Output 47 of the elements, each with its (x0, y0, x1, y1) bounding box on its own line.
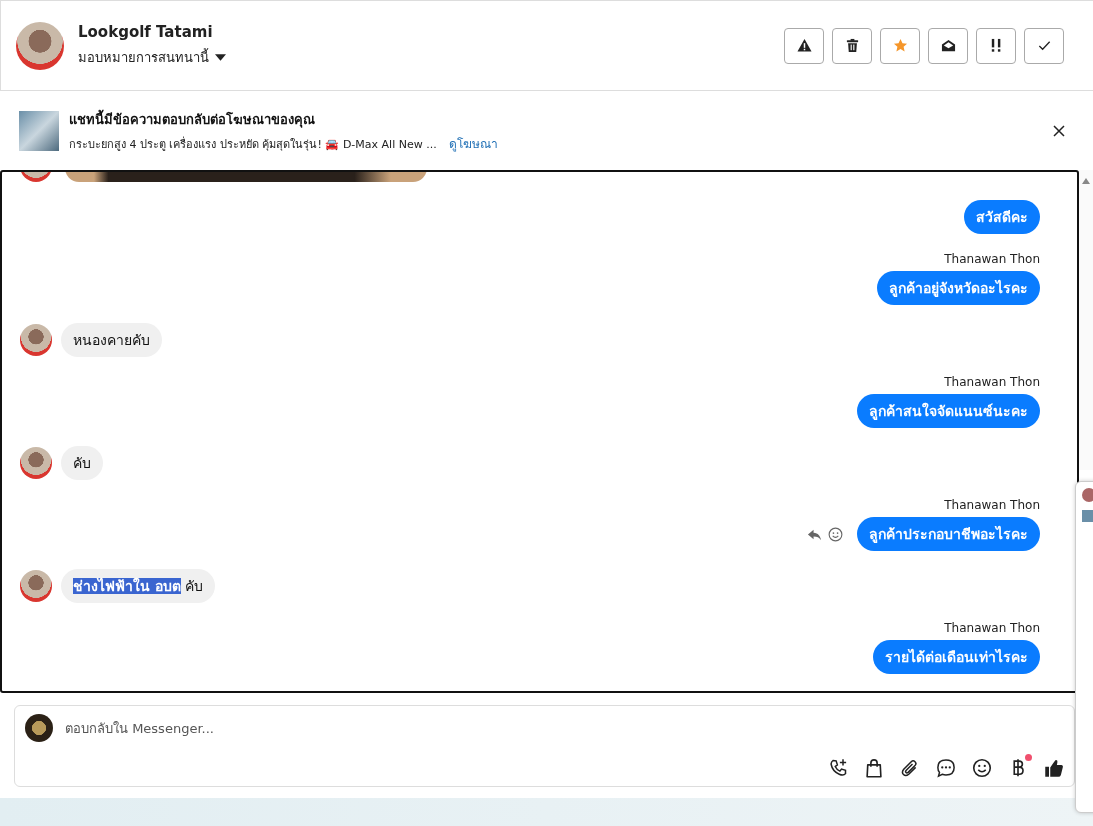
message-bubble: สวัสดีคะ (964, 200, 1040, 234)
star-icon (892, 38, 908, 53)
shopping-bag-icon (864, 758, 884, 778)
message-bubble: ลูกค้าประกอบาชีพอะไรคะ (857, 517, 1040, 551)
photo-placeholder (1082, 510, 1093, 522)
close-button[interactable] (1051, 122, 1067, 139)
contact-name: Lookgolf Tatami (78, 23, 214, 41)
speech-bubble-icon (936, 758, 956, 778)
sender-name: Thanawan Thon (944, 375, 1040, 389)
close-icon (1053, 124, 1065, 137)
paperclip-icon (900, 758, 920, 778)
warning-icon (796, 38, 812, 53)
page-avatar (25, 714, 53, 742)
smiley-icon (972, 758, 992, 778)
warning-button[interactable] (784, 27, 824, 64)
avatar (20, 324, 52, 356)
thumbs-up-icon (1044, 758, 1064, 778)
message-bubble: รายได้ต่อเดือนเท่าไรคะ (873, 640, 1040, 674)
envelope-button[interactable] (928, 27, 968, 64)
message-bubble: หนองคายคับ (61, 323, 162, 357)
scrollbar[interactable] (1079, 170, 1093, 470)
sender-name: Thanawan Thon (944, 621, 1040, 635)
envelope-icon (940, 38, 956, 53)
exclamation-button[interactable] (976, 27, 1016, 64)
assign-dropdown[interactable]: มอบหมายการสนทนานี้ (78, 47, 226, 68)
avatar (20, 570, 52, 602)
trash-button[interactable] (832, 27, 872, 64)
avatar (20, 447, 52, 479)
ad-description: กระบะยกสูง 4 ประตู เครื่องแรง ประหยัด คุ้มสุดในรุ่น! 🚘 D-Max All New ... (69, 135, 437, 153)
check-button[interactable] (1024, 27, 1064, 64)
phone-plus-icon (828, 758, 848, 778)
avatar (16, 21, 64, 70)
trash-icon (844, 38, 860, 53)
ad-title: แชทนี้มีข้อความตอบกลับต่อโฆษณาของคุณ (69, 108, 316, 130)
photo-placeholder (19, 110, 59, 151)
emoji-icon[interactable] (828, 526, 843, 542)
star-button[interactable] (880, 27, 920, 64)
view-ad-link[interactable]: ดูโฆษณา (448, 133, 498, 153)
sender-name: Thanawan Thon (944, 498, 1040, 512)
message-bubble: คับ (61, 446, 103, 480)
scroll-up-icon[interactable] (1082, 178, 1090, 184)
avatar-thumbnail[interactable] (1082, 488, 1093, 502)
message-bubble: ช่างไฟฟ้าใน อบต คับ (61, 569, 216, 603)
message-bubble: ลูกค้าสนใจจัดแนนซ์นะคะ (857, 394, 1040, 428)
caret-icon (215, 54, 226, 61)
message-bubble: ลูกค้าอยู่จังหวัดอะไรคะ (877, 271, 1040, 305)
sender-name: Thanawan Thon (944, 252, 1040, 266)
